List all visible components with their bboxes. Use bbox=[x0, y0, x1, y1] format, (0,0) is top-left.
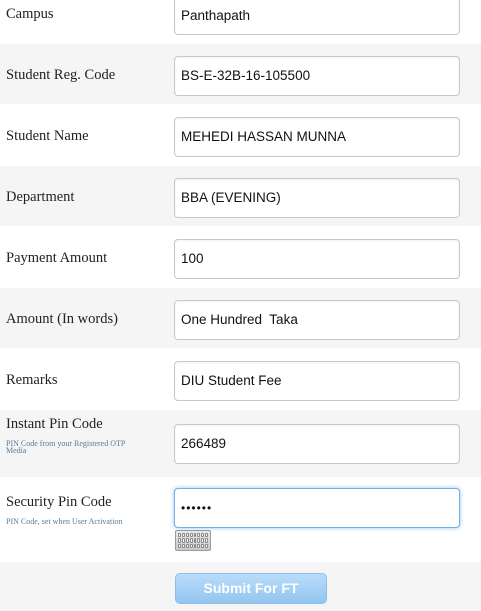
row-reg-code: Student Reg. Code BS-E-32B-16-105500 bbox=[0, 44, 481, 105]
row-remarks: Remarks DIU Student Fee bbox=[0, 349, 481, 410]
payment-form: Campus Panthapath Student Reg. Code BS-E… bbox=[0, 0, 481, 611]
reg-code-field[interactable]: BS-E-32B-16-105500 bbox=[174, 56, 460, 96]
student-name-label: Student Name bbox=[6, 128, 89, 144]
campus-label: Campus bbox=[6, 6, 54, 22]
row-department: Department BBA (EVENING) bbox=[0, 166, 481, 227]
instant-pin-field[interactable]: 266489 bbox=[174, 424, 460, 464]
row-student-name: Student Name MEHEDI HASSAN MUNNA bbox=[0, 105, 481, 166]
row-security-pin: Security Pin Code PIN Code, set when Use… bbox=[0, 478, 481, 562]
reg-code-label: Student Reg. Code bbox=[6, 67, 116, 83]
submit-for-ft-button[interactable]: Submit For FT bbox=[175, 573, 327, 604]
remarks-field[interactable]: DIU Student Fee bbox=[174, 361, 460, 401]
amount-words-label: Amount (In words) bbox=[6, 311, 118, 327]
security-pin-field[interactable]: •••••• bbox=[174, 488, 460, 528]
department-label: Department bbox=[6, 189, 75, 205]
keyboard-icon[interactable] bbox=[175, 530, 211, 551]
row-payment-amount: Payment Amount 100 bbox=[0, 227, 481, 288]
campus-field[interactable]: Panthapath bbox=[174, 0, 460, 35]
instant-pin-hint: PIN Code from your Registered OTP Media bbox=[6, 439, 126, 455]
department-field[interactable]: BBA (EVENING) bbox=[174, 178, 460, 218]
remarks-label: Remarks bbox=[6, 372, 58, 388]
payment-amount-label: Payment Amount bbox=[6, 250, 108, 266]
row-campus: Campus Panthapath bbox=[0, 0, 481, 44]
student-name-field[interactable]: MEHEDI HASSAN MUNNA bbox=[174, 117, 460, 157]
row-amount-words: Amount (In words) One Hundred Taka bbox=[0, 288, 481, 349]
row-instant-pin: Instant Pin Code PIN Code from your Regi… bbox=[0, 410, 481, 478]
instant-pin-label: Instant Pin Code bbox=[6, 416, 103, 432]
security-pin-label: Security Pin Code bbox=[6, 494, 112, 510]
amount-words-field[interactable]: One Hundred Taka bbox=[174, 300, 460, 340]
payment-amount-field[interactable]: 100 bbox=[174, 239, 460, 279]
security-pin-hint: PIN Code, set when User Activation bbox=[6, 517, 123, 526]
